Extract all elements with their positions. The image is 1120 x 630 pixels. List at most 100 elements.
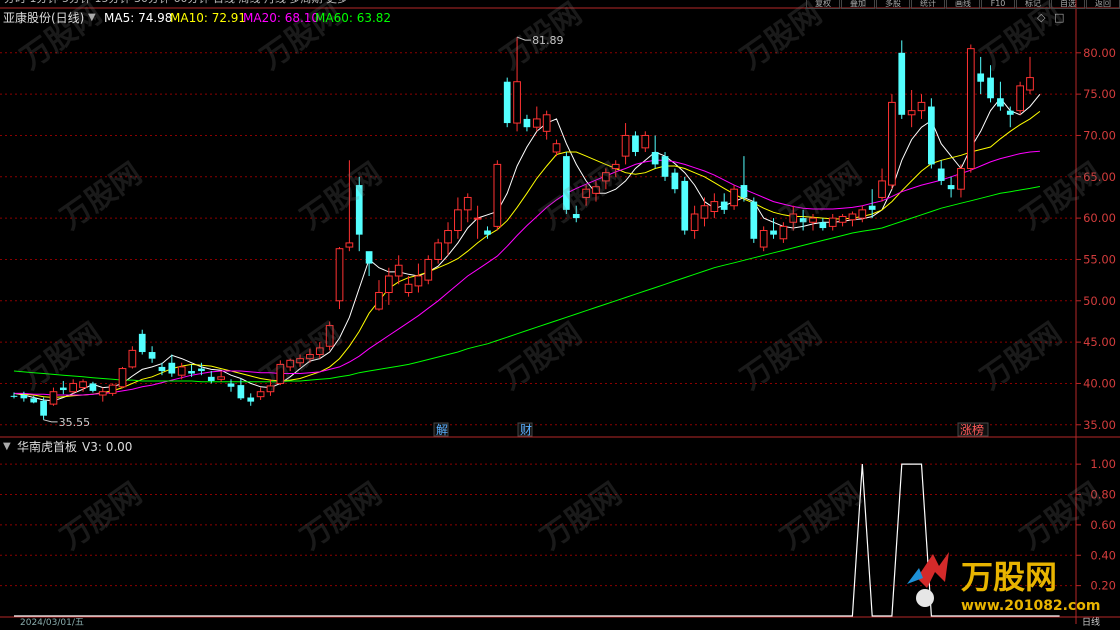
ma60-label: MA60: 63.82 bbox=[315, 11, 392, 25]
watermark-text: 万股网 bbox=[775, 476, 869, 556]
collapse-chevron-icon[interactable]: ▼ bbox=[3, 440, 11, 454]
candle-body bbox=[414, 275, 423, 287]
toolbar-button-6[interactable]: 标记 bbox=[1016, 0, 1050, 9]
sub-y-tick-label: 1.00 bbox=[1090, 457, 1116, 471]
candle-body bbox=[937, 168, 945, 181]
candle-body bbox=[30, 398, 38, 403]
y-tick-label: 40.00 bbox=[1083, 376, 1116, 390]
indicator-v3-line bbox=[14, 463, 1060, 617]
y-tick-label: 80.00 bbox=[1083, 46, 1116, 60]
kline-chart[interactable]: 80.0075.0070.0065.0060.0055.0050.0045.00… bbox=[0, 0, 1120, 624]
sub-y-tick-label: 0.60 bbox=[1090, 518, 1116, 532]
candle-body bbox=[819, 222, 827, 229]
candle-body bbox=[484, 230, 491, 235]
ma60-value: 63.82 bbox=[356, 11, 392, 25]
candle-body bbox=[168, 362, 176, 374]
candle-body bbox=[671, 172, 679, 190]
watermark-text: 万股网 bbox=[55, 476, 149, 556]
candle-body bbox=[621, 134, 630, 157]
candle-body bbox=[158, 366, 166, 372]
candle-body bbox=[888, 101, 896, 186]
brand-logo: 万股网 www.201082.com bbox=[905, 548, 1105, 618]
candle-body bbox=[375, 292, 383, 310]
candle-body bbox=[947, 185, 955, 190]
candle-body bbox=[681, 180, 689, 231]
candle-body bbox=[828, 217, 837, 227]
toolbar-button-0[interactable]: 复权 bbox=[806, 0, 840, 9]
candle-body bbox=[463, 196, 472, 211]
candle-body bbox=[730, 188, 738, 207]
toolbar-button-4[interactable]: 画线 bbox=[946, 0, 980, 9]
watermark-text: 万股网 bbox=[295, 476, 389, 556]
candle-body bbox=[198, 368, 205, 372]
min-marker-line bbox=[43, 419, 58, 423]
candle-body bbox=[513, 81, 521, 124]
candle-body bbox=[89, 383, 97, 391]
stock-title: 亚康股份(日线) bbox=[3, 11, 85, 25]
candle-body bbox=[118, 368, 127, 388]
candle-body bbox=[878, 180, 886, 198]
toolbar-button-8[interactable]: 返回 bbox=[1086, 0, 1120, 9]
ma10-label: MA10: 72.91 bbox=[170, 11, 247, 25]
candle-body bbox=[98, 391, 107, 396]
candle-body bbox=[247, 397, 255, 402]
candle-body bbox=[59, 387, 67, 391]
toolbar-button-2[interactable]: 多股 bbox=[876, 0, 910, 9]
candle-body bbox=[188, 371, 195, 374]
candle-body bbox=[177, 366, 186, 376]
footer-period-tab[interactable]: 日线 bbox=[1082, 616, 1100, 630]
toolbar-button-5[interactable]: F10 bbox=[981, 0, 1015, 9]
toolbar-button-3[interactable]: 统计 bbox=[911, 0, 945, 9]
candle-body bbox=[1016, 85, 1024, 112]
candle-body bbox=[838, 215, 847, 223]
ma10-value: 72.91 bbox=[211, 11, 247, 25]
candle-body bbox=[917, 101, 926, 112]
candle-body bbox=[49, 391, 58, 405]
toolbar-button-1[interactable]: 叠加 bbox=[841, 0, 875, 9]
diamond-icon[interactable]: ◇ bbox=[1037, 11, 1045, 25]
ma5-label: MA5: 74.98 bbox=[104, 11, 173, 25]
candle-body bbox=[740, 185, 748, 198]
y-tick-label: 35.00 bbox=[1083, 418, 1116, 432]
watermark-text: 万股网 bbox=[295, 156, 389, 236]
y-tick-label: 60.00 bbox=[1083, 211, 1116, 225]
candle-body bbox=[138, 333, 146, 353]
ma20-value: 68.10 bbox=[284, 11, 320, 25]
candle-body bbox=[394, 264, 403, 277]
candle-body bbox=[1006, 110, 1014, 115]
candle-body bbox=[384, 275, 393, 294]
candle-body bbox=[217, 376, 225, 380]
watermark-layer: 万股网 万股网 万股网 万股网 万股网万股网 万股网 万股网 万股网 万股网万股网 万股网 万股网万… bbox=[15, 0, 1109, 557]
candle-body bbox=[424, 258, 433, 281]
candle-body bbox=[444, 230, 452, 244]
candle-body bbox=[69, 382, 78, 393]
candle-body bbox=[207, 376, 215, 381]
candle-body bbox=[493, 163, 502, 227]
watermark-text: 万股网 bbox=[495, 0, 589, 77]
candle-body bbox=[79, 381, 87, 389]
y-tick-label: 75.00 bbox=[1083, 87, 1116, 101]
candle-body bbox=[690, 213, 699, 232]
y-tick-label: 70.00 bbox=[1083, 128, 1116, 142]
candle-body bbox=[542, 114, 551, 132]
collapse-chevron-icon[interactable]: ▼ bbox=[88, 11, 96, 25]
square-icon[interactable]: □ bbox=[1054, 11, 1064, 25]
footer-date: 2024/03/01/五 bbox=[20, 618, 84, 628]
candle-body bbox=[848, 213, 857, 221]
candle-body bbox=[10, 395, 18, 397]
candle-body bbox=[434, 242, 443, 260]
y-tick-label: 55.00 bbox=[1083, 252, 1116, 266]
candle-body bbox=[108, 384, 117, 394]
toolbar-button-7[interactable]: 自选 bbox=[1051, 0, 1085, 9]
candle-body bbox=[532, 118, 541, 128]
candle-body bbox=[957, 168, 965, 190]
period-tabs-text[interactable]: 分时 1分钟 5分钟 15分钟 30分钟 60分钟 日线 周线 月线 多周期 更… bbox=[4, 0, 348, 6]
candle-body bbox=[710, 201, 719, 213]
candle-body bbox=[700, 205, 709, 219]
candle-body bbox=[651, 151, 659, 165]
candle-body bbox=[345, 242, 354, 248]
candle-body bbox=[148, 352, 156, 359]
watermark-text: 万股网 bbox=[255, 316, 349, 396]
candle-body bbox=[966, 48, 975, 170]
candle-body bbox=[365, 251, 373, 264]
